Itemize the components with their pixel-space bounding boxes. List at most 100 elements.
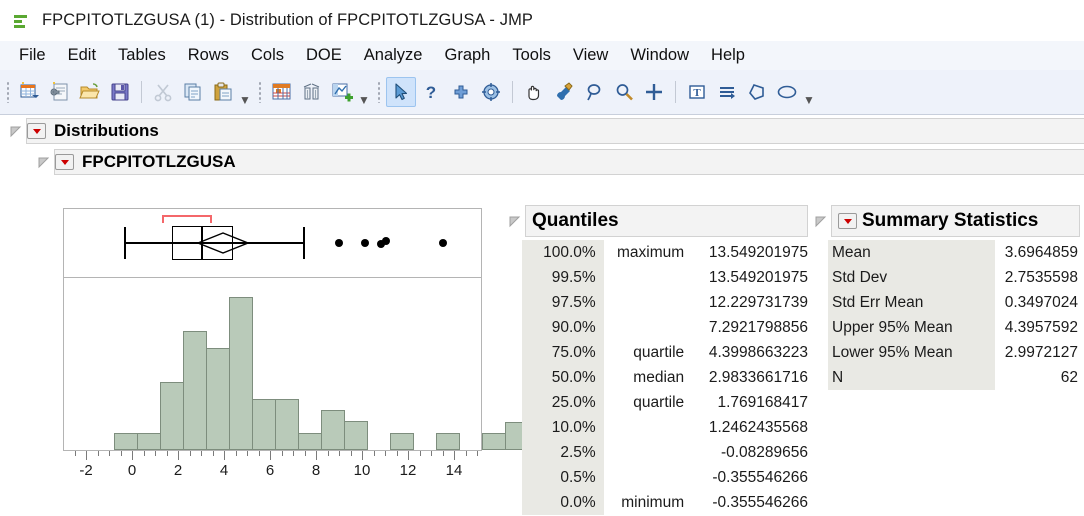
menu-cols[interactable]: Cols	[240, 43, 295, 68]
histogram-bar[interactable]	[275, 399, 299, 450]
histogram-bar[interactable]	[436, 433, 460, 450]
toolbar-grip-analysis[interactable]	[258, 81, 262, 103]
lasso-tool-button[interactable]	[579, 77, 609, 107]
polygon-annotate-button[interactable]	[742, 77, 772, 107]
distribution-button[interactable]	[297, 77, 327, 107]
red-triangle-menu-distributions[interactable]	[27, 123, 46, 139]
table-row[interactable]: 0.0% minimum -0.355546266	[522, 490, 808, 515]
table-row[interactable]: 97.5% 12.229731739	[522, 290, 808, 315]
quantile-value: 12.229731739	[708, 293, 808, 311]
new-graph-button[interactable]	[327, 77, 357, 107]
menu-file[interactable]: File	[8, 43, 57, 68]
disclosure-triangle-icon[interactable]	[814, 215, 827, 228]
quantile-name: quartile	[633, 393, 685, 411]
cut-button[interactable]	[148, 77, 178, 107]
table-row[interactable]: 99.5% 13.549201975	[522, 265, 808, 290]
boxplot-outlier-point[interactable]	[382, 237, 390, 245]
histogram-bar[interactable]	[160, 382, 184, 450]
crosshairs-button[interactable]	[639, 77, 669, 107]
histogram-bar[interactable]	[321, 410, 345, 450]
menu-rows[interactable]: Rows	[177, 43, 240, 68]
text-annotate-button[interactable]: T	[682, 77, 712, 107]
summary-statistics-header-bar[interactable]: Summary Statistics	[831, 205, 1080, 237]
table-row[interactable]: 0.5% -0.355546266	[522, 465, 808, 490]
red-triangle-menu-summary-statistics[interactable]	[838, 213, 857, 229]
outline-node-distributions[interactable]: Distributions	[0, 118, 1084, 144]
outline-node-variable[interactable]: FPCPITOTLZGUSA	[0, 149, 1084, 175]
table-row[interactable]: Upper 95% Mean 4.3957592	[828, 315, 1080, 340]
disclosure-triangle-icon[interactable]	[508, 215, 521, 228]
table-row[interactable]: 90.0% 7.2921798856	[522, 315, 808, 340]
histogram-bar[interactable]	[298, 433, 322, 450]
magnifier-tool-button[interactable]	[609, 77, 639, 107]
table-row[interactable]: Std Err Mean 0.3497024	[828, 290, 1080, 315]
menu-edit[interactable]: Edit	[57, 43, 107, 68]
summary-statistics-panel-header[interactable]: Summary Statistics	[814, 205, 1080, 237]
toolbar-separator-1	[141, 81, 142, 103]
brush-tool-button[interactable]	[549, 77, 579, 107]
histogram-bar[interactable]	[252, 399, 276, 450]
boxplot-outlier-point[interactable]	[361, 239, 369, 247]
quantiles-panel-header[interactable]: Quantiles	[508, 205, 808, 237]
save-button[interactable]	[105, 77, 135, 107]
menu-analyze[interactable]: Analyze	[353, 43, 434, 68]
analysis-toolbar-overflow-button[interactable]: ▼	[357, 78, 371, 107]
ellipse-annotate-button[interactable]	[772, 77, 802, 107]
table-row[interactable]: 2.5% -0.08289656	[522, 440, 808, 465]
crosshair-tool-button[interactable]	[446, 77, 476, 107]
histogram-bar[interactable]	[344, 421, 368, 450]
red-triangle-menu-variable[interactable]	[55, 154, 74, 170]
histogram-bar[interactable]	[229, 297, 253, 450]
menu-tables[interactable]: Tables	[107, 43, 177, 68]
histogram-bar[interactable]	[390, 433, 414, 450]
outline-bar-distributions[interactable]: Distributions	[26, 118, 1084, 144]
histogram-frame[interactable]	[63, 277, 598, 451]
tools-toolbar-overflow-button[interactable]: ▼	[802, 78, 816, 107]
target-tool-button[interactable]	[476, 77, 506, 107]
table-row[interactable]: N 62	[828, 365, 1080, 390]
quantiles-header-bar[interactable]: Quantiles	[525, 205, 808, 237]
table-row[interactable]: 100.0% maximum 13.549201975	[522, 240, 808, 265]
box-plot-frame[interactable]	[63, 208, 482, 278]
table-row[interactable]: 25.0% quartile 1.769168417	[522, 390, 808, 415]
menu-view[interactable]: View	[562, 43, 619, 68]
data-table-button[interactable]	[267, 77, 297, 107]
table-row[interactable]: Mean 3.6964859	[828, 240, 1080, 265]
menu-graph[interactable]: Graph	[433, 43, 501, 68]
menu-doe[interactable]: DOE	[295, 43, 353, 68]
file-toolbar-overflow-button[interactable]: ▼	[238, 78, 252, 107]
toolbar: ▼ ▼ ? T ▼	[0, 70, 1084, 115]
new-script-button[interactable]	[45, 77, 75, 107]
table-row[interactable]: 10.0% 1.2462435568	[522, 415, 808, 440]
boxplot-outlier-point[interactable]	[439, 239, 447, 247]
toolbar-grip-tools[interactable]	[377, 81, 381, 103]
table-row[interactable]: Lower 95% Mean 2.9972127	[828, 340, 1080, 365]
help-tool-button[interactable]: ?	[416, 77, 446, 107]
histogram-bar[interactable]	[482, 433, 506, 450]
table-row[interactable]: 50.0% median 2.9833661716	[522, 365, 808, 390]
line-annotate-button[interactable]	[712, 77, 742, 107]
histogram-bar[interactable]	[183, 331, 207, 450]
table-row[interactable]: 75.0% quartile 4.3998663223	[522, 340, 808, 365]
disclosure-triangle-icon[interactable]	[37, 156, 50, 169]
copy-button[interactable]	[178, 77, 208, 107]
boxplot-outlier-point[interactable]	[335, 239, 343, 247]
disclosure-triangle-icon[interactable]	[9, 125, 22, 138]
paste-button[interactable]	[208, 77, 238, 107]
open-button[interactable]	[75, 77, 105, 107]
outline-bar-variable[interactable]: FPCPITOTLZGUSA	[54, 149, 1084, 175]
histogram-bar[interactable]	[137, 433, 161, 450]
table-row[interactable]: Std Dev 2.7535598	[828, 265, 1080, 290]
histogram-bar[interactable]	[114, 433, 138, 450]
menu-bar: File Edit Tables Rows Cols DOE Analyze G…	[0, 41, 1084, 70]
menu-help[interactable]: Help	[700, 43, 756, 68]
arrow-tool-button[interactable]	[386, 77, 416, 107]
grid-table-icon	[272, 83, 291, 100]
grabber-tool-button[interactable]	[519, 77, 549, 107]
hand-icon	[528, 85, 540, 101]
new-data-table-button[interactable]	[15, 77, 45, 107]
menu-tools[interactable]: Tools	[501, 43, 562, 68]
menu-window[interactable]: Window	[619, 43, 700, 68]
toolbar-grip-file[interactable]	[6, 81, 10, 103]
histogram-bar[interactable]	[206, 348, 230, 450]
